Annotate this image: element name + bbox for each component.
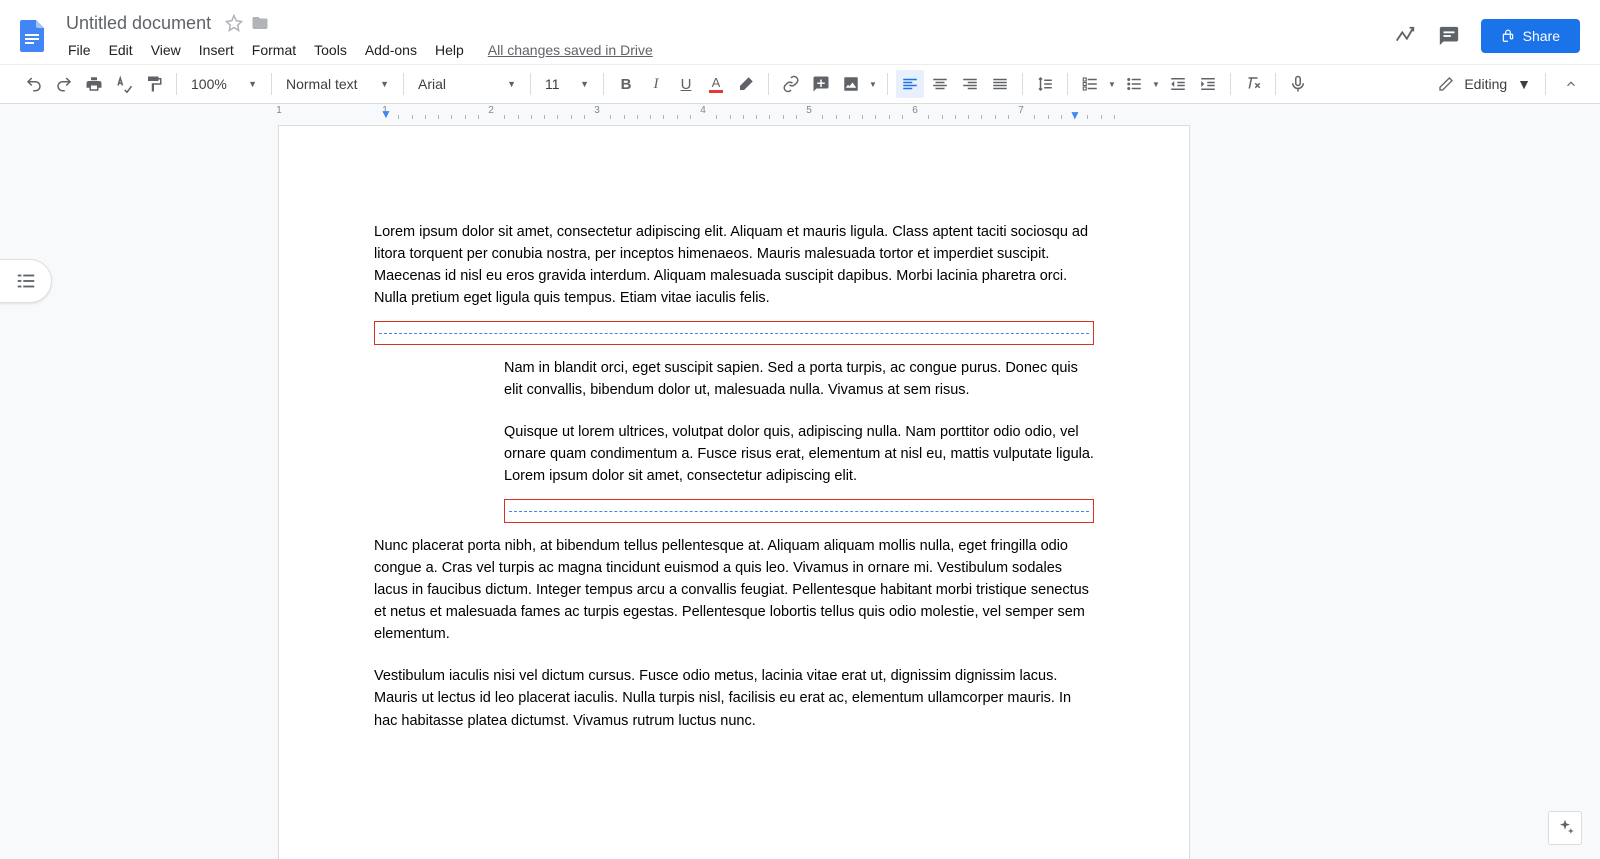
voice-typing-button[interactable] [1284, 70, 1312, 98]
menu-bar: File Edit View Insert Format Tools Add-o… [60, 38, 1393, 62]
document-page[interactable]: Lorem ipsum dolor sit amet, consectetur … [279, 126, 1189, 859]
hide-menus-button[interactable] [1560, 70, 1582, 98]
caret-down-icon: ▼ [507, 79, 516, 89]
bold-button[interactable]: B [612, 70, 640, 98]
text-color-button[interactable]: A [702, 70, 730, 98]
move-folder-icon[interactable] [251, 14, 269, 32]
docs-logo-icon[interactable] [12, 12, 52, 60]
separator [768, 73, 769, 95]
star-icon[interactable] [225, 14, 243, 32]
zoom-dropdown[interactable]: 100% ▼ [185, 70, 263, 98]
zoom-value: 100% [191, 76, 227, 92]
insert-link-button[interactable] [777, 70, 805, 98]
paragraph[interactable]: Nam in blandit orci, eget suscipit sapie… [504, 357, 1094, 401]
dashed-separator [379, 333, 1089, 334]
highlight-button[interactable] [732, 70, 760, 98]
outline-toggle-button[interactable] [0, 259, 52, 303]
menu-help[interactable]: Help [427, 38, 472, 62]
separator [1545, 73, 1546, 95]
separator [271, 73, 272, 95]
menu-view[interactable]: View [143, 38, 189, 62]
image-dropdown-caret[interactable]: ▼ [867, 70, 879, 98]
decrease-indent-button[interactable] [1164, 70, 1192, 98]
caret-down-icon: ▼ [580, 79, 589, 89]
increase-indent-button[interactable] [1194, 70, 1222, 98]
document-title[interactable]: Untitled document [60, 11, 217, 36]
paragraph-style-dropdown[interactable]: Normal text ▼ [280, 70, 395, 98]
italic-button[interactable]: I [642, 70, 670, 98]
bullet-list-button[interactable] [1120, 70, 1148, 98]
separator [176, 73, 177, 95]
menu-insert[interactable]: Insert [191, 38, 242, 62]
separator [530, 73, 531, 95]
separator [1022, 73, 1023, 95]
align-left-button[interactable] [896, 70, 924, 98]
underline-button[interactable]: U [672, 70, 700, 98]
clear-formatting-button[interactable] [1239, 70, 1267, 98]
separator [1275, 73, 1276, 95]
paragraph[interactable]: Vestibulum iaculis nisi vel dictum cursu… [374, 665, 1094, 731]
checklist-caret[interactable]: ▼ [1106, 70, 1118, 98]
activity-icon[interactable] [1393, 24, 1417, 48]
horizontal-ruler[interactable]: 12345671▼▼ [0, 104, 1600, 120]
horizontal-rule-highlight [504, 499, 1094, 523]
undo-button[interactable] [20, 70, 48, 98]
menu-file[interactable]: File [60, 38, 99, 62]
checklist-button[interactable] [1076, 70, 1104, 98]
menu-tools[interactable]: Tools [306, 38, 355, 62]
align-right-button[interactable] [956, 70, 984, 98]
editing-mode-dropdown[interactable]: Editing ▼ [1432, 70, 1537, 98]
save-status[interactable]: All changes saved in Drive [488, 42, 653, 58]
font-size-dropdown[interactable]: 11 ▼ [539, 70, 595, 98]
horizontal-rule-highlight [374, 321, 1094, 345]
paragraph[interactable]: Quisque ut lorem ultrices, volutpat dolo… [504, 421, 1094, 487]
explore-button[interactable] [1548, 811, 1582, 845]
mode-label: Editing [1464, 76, 1507, 92]
caret-down-icon: ▼ [248, 79, 257, 89]
app-header: Untitled document File Edit View Insert … [0, 0, 1600, 64]
toolbar: 100%▼ Normal text▼ Arial▼ 11▼ B I U A ▼ … [0, 64, 1600, 104]
separator [887, 73, 888, 95]
paragraph[interactable]: Nunc placerat porta nibh, at bibendum te… [374, 535, 1094, 645]
separator [403, 73, 404, 95]
menu-format[interactable]: Format [244, 38, 304, 62]
separator [1230, 73, 1231, 95]
bullet-caret[interactable]: ▼ [1150, 70, 1162, 98]
canvas-area: 12345671▼▼ Lorem ipsum dolor sit amet, c… [0, 104, 1600, 859]
comments-icon[interactable] [1437, 24, 1461, 48]
size-value: 11 [545, 76, 560, 92]
dashed-separator [509, 511, 1089, 512]
pencil-icon [1438, 76, 1454, 92]
caret-down-icon: ▼ [1517, 76, 1531, 92]
separator [1067, 73, 1068, 95]
share-button[interactable]: Share [1481, 19, 1580, 53]
print-button[interactable] [80, 70, 108, 98]
paint-format-button[interactable] [140, 70, 168, 98]
spellcheck-button[interactable] [110, 70, 138, 98]
line-spacing-button[interactable] [1031, 70, 1059, 98]
menu-addons[interactable]: Add-ons [357, 38, 425, 62]
style-value: Normal text [286, 76, 358, 92]
paragraph[interactable]: Lorem ipsum dolor sit amet, consectetur … [374, 221, 1094, 309]
font-dropdown[interactable]: Arial ▼ [412, 70, 522, 98]
font-value: Arial [418, 76, 446, 92]
insert-comment-button[interactable] [807, 70, 835, 98]
separator [603, 73, 604, 95]
align-center-button[interactable] [926, 70, 954, 98]
caret-down-icon: ▼ [380, 79, 389, 89]
align-justify-button[interactable] [986, 70, 1014, 98]
insert-image-button[interactable] [837, 70, 865, 98]
redo-button[interactable] [50, 70, 78, 98]
share-label: Share [1523, 28, 1560, 44]
menu-edit[interactable]: Edit [101, 38, 141, 62]
